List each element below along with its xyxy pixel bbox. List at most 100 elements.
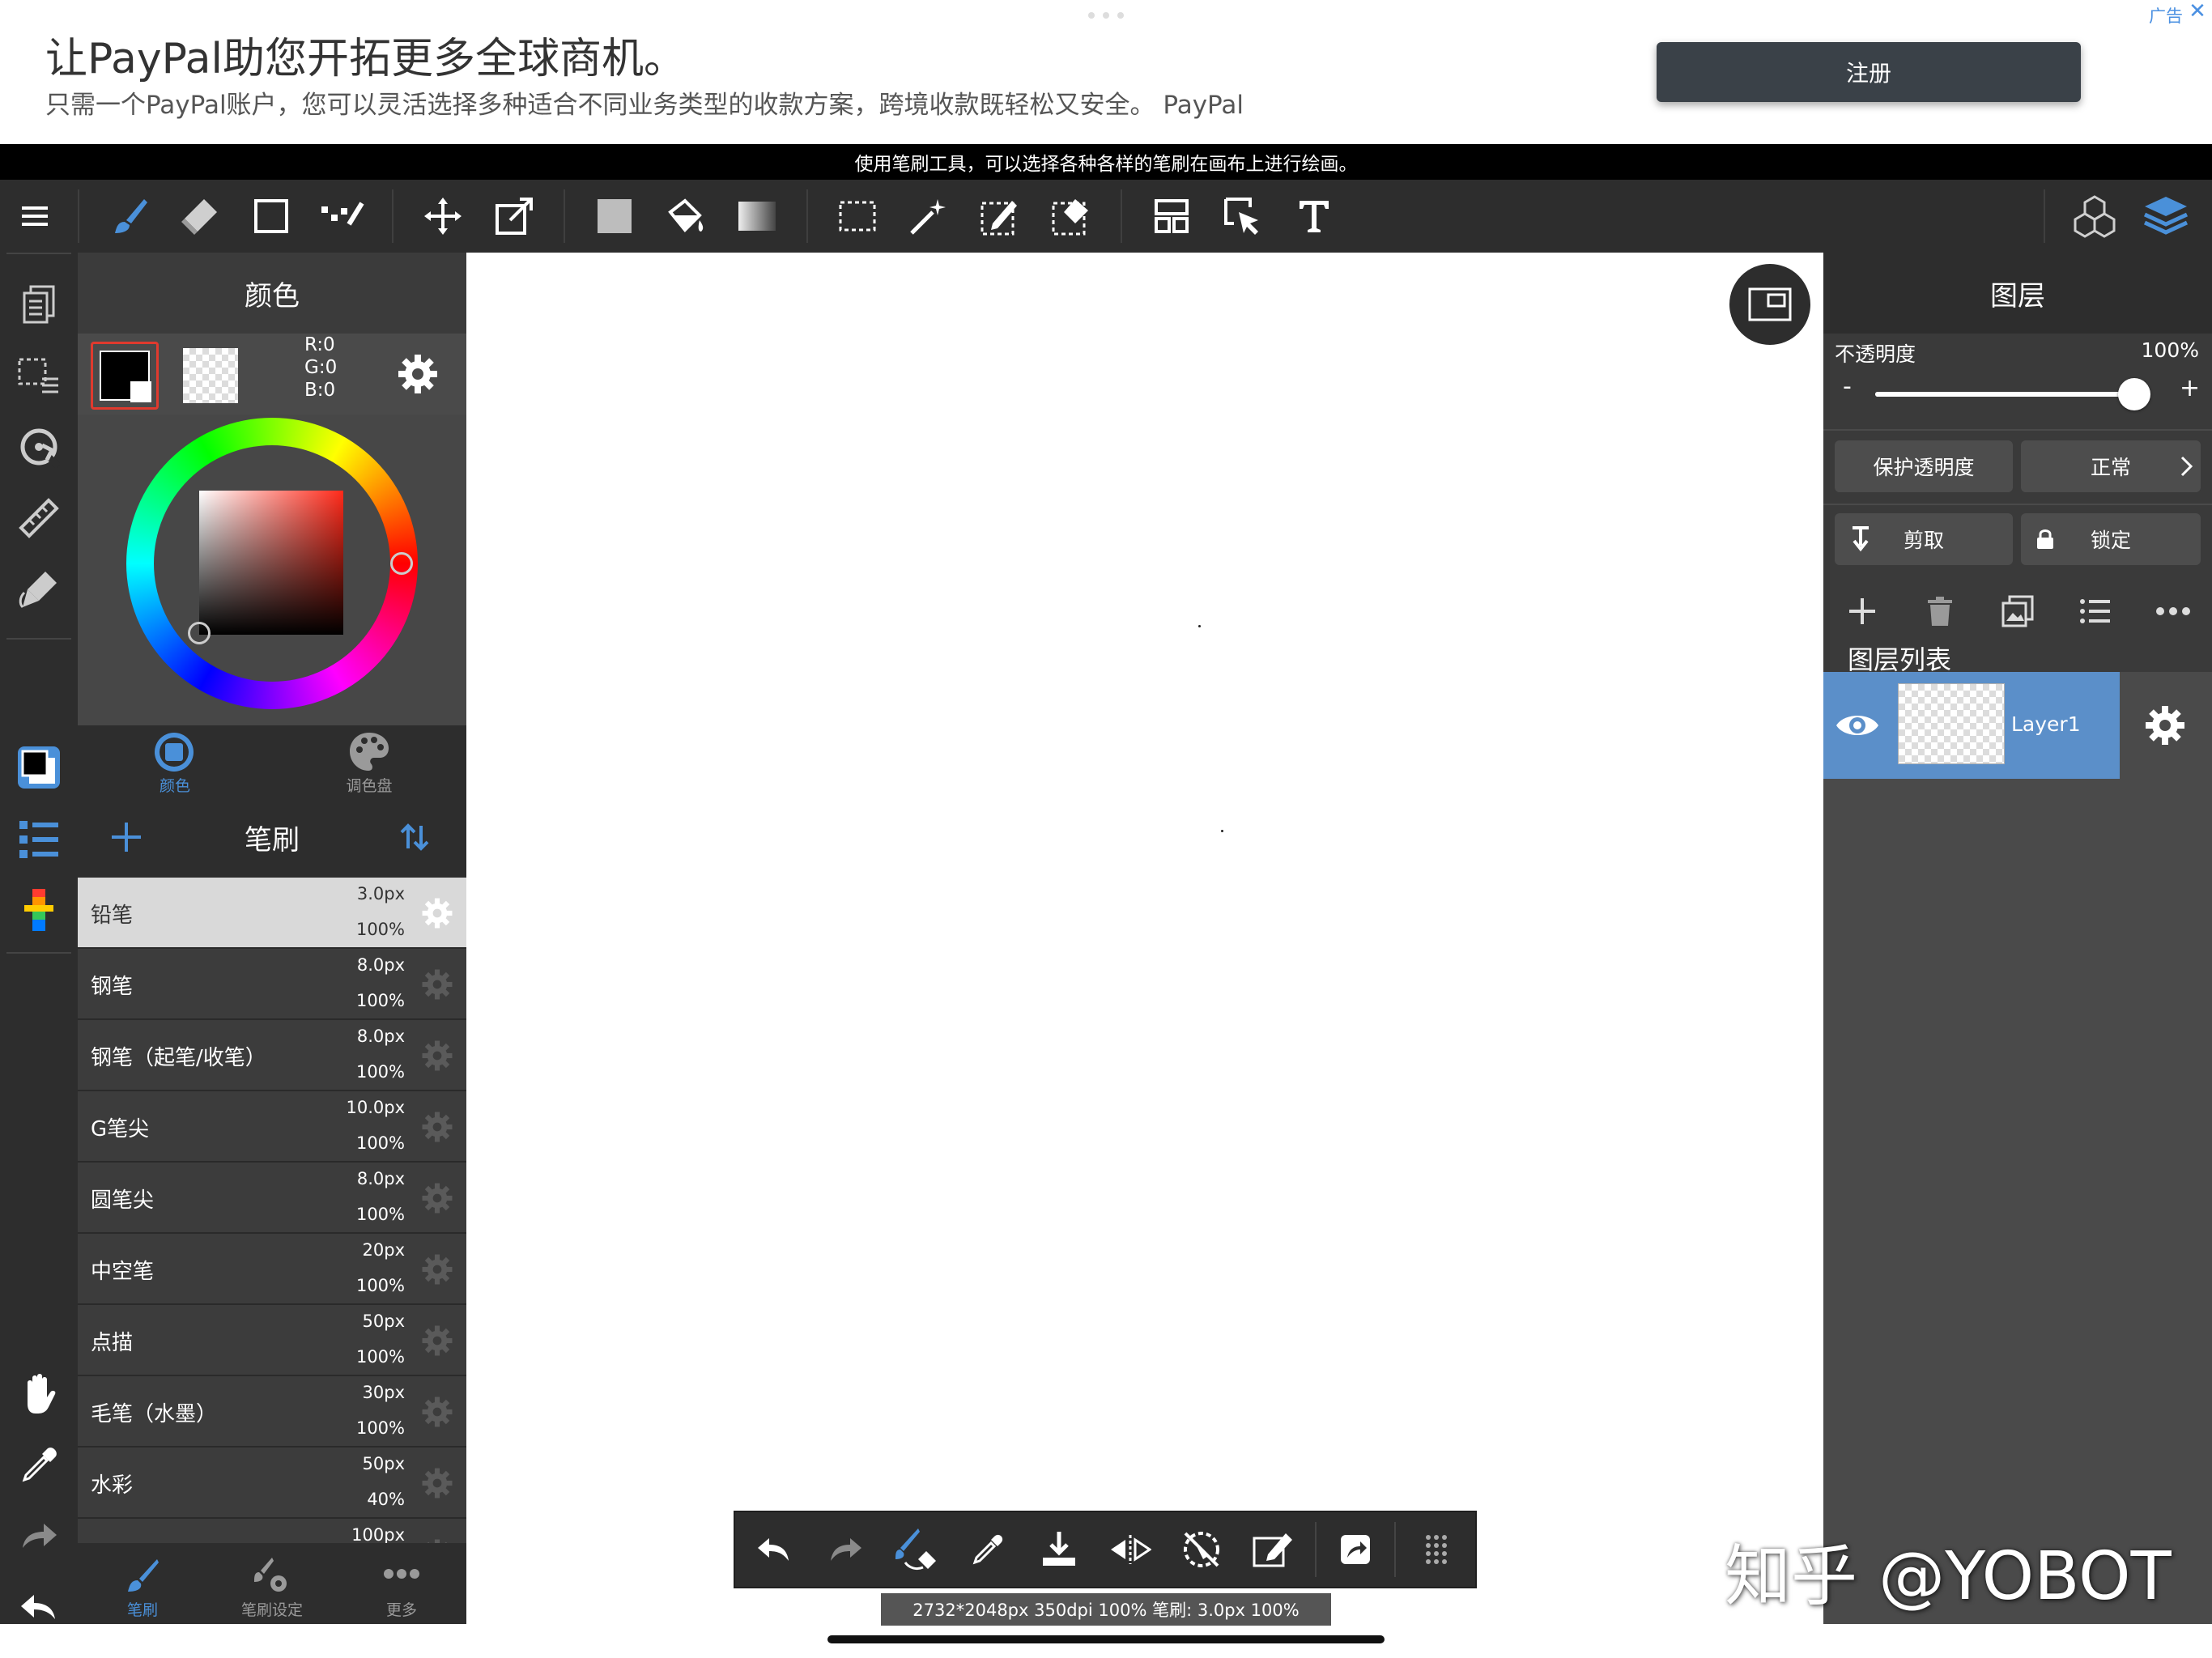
hue-handle[interactable] — [390, 552, 413, 575]
menu-icon[interactable] — [6, 180, 63, 253]
transform-selection-icon[interactable] — [1237, 1512, 1308, 1587]
magic-wand-icon[interactable] — [900, 180, 957, 253]
brush-settings-gear-icon[interactable] — [421, 1467, 453, 1499]
layout-icon[interactable] — [1143, 180, 1200, 253]
add-brush-icon[interactable] — [110, 821, 143, 853]
brush-name: 铅笔 — [91, 903, 134, 928]
brush-settings-gear-icon[interactable] — [421, 1111, 453, 1143]
clip-button[interactable]: 剪取 — [1835, 513, 2013, 565]
brush-item[interactable]: G笔尖 10.0px 100% — [78, 1091, 466, 1163]
lock-button[interactable]: 锁定 — [2021, 513, 2201, 565]
brush-list-toggle-icon[interactable] — [0, 806, 78, 871]
chevron-right-icon — [2180, 456, 2193, 477]
rotate-reset-icon[interactable] — [1166, 1512, 1237, 1587]
undo-icon[interactable] — [0, 1575, 78, 1640]
tab-color[interactable]: 颜色 — [78, 725, 272, 797]
tab-more[interactable]: 更多 — [337, 1543, 466, 1624]
brush-item[interactable]: 圆笔尖 8.0px 100% — [78, 1163, 466, 1234]
add-layer-icon[interactable] — [1823, 575, 1901, 648]
ad-signup-button[interactable]: 注册 — [1657, 42, 2081, 102]
tab-brush[interactable]: 笔刷 — [78, 1543, 207, 1624]
brush-settings-gear-icon[interactable] — [421, 1253, 453, 1286]
pen-settings-icon[interactable] — [0, 557, 78, 622]
brush-opacity: 100% — [355, 1205, 405, 1224]
drawing-canvas[interactable] — [466, 253, 1823, 1624]
brush-settings-gear-icon[interactable] — [421, 1039, 453, 1072]
brush-item[interactable]: 铅笔 3.0px 100% — [78, 878, 466, 949]
blend-mode-value: 正常 — [2090, 456, 2131, 479]
select-pen-icon[interactable] — [972, 180, 1028, 253]
fill-color-icon[interactable] — [586, 180, 643, 253]
select-eraser-icon[interactable] — [1043, 180, 1100, 253]
text-tool-icon[interactable] — [1286, 180, 1342, 253]
brush-item[interactable]: 100px — [78, 1519, 466, 1543]
brush-settings-gear-icon[interactable] — [421, 968, 453, 1001]
eyedropper-icon[interactable] — [952, 1512, 1023, 1587]
layer-list-menu-icon[interactable] — [2057, 575, 2134, 648]
color-settings-gear-icon[interactable] — [397, 353, 439, 395]
layers-icon[interactable] — [2138, 180, 2194, 253]
tab-brush-settings[interactable]: 笔刷设定 — [207, 1543, 337, 1624]
shape-tool-icon[interactable] — [243, 180, 300, 253]
brush-item[interactable]: 中空笔 20px 100% — [78, 1234, 466, 1305]
redo-icon[interactable] — [810, 1512, 881, 1587]
transform-tool-icon[interactable] — [486, 180, 542, 253]
select-rect-icon[interactable] — [829, 180, 886, 253]
brush-settings-gear-icon[interactable] — [421, 897, 453, 929]
sort-brush-icon[interactable] — [398, 821, 431, 853]
brush-opacity: 100% — [355, 991, 405, 1010]
redo-icon[interactable] — [0, 1504, 78, 1569]
brush-item[interactable]: 点描 50px 100% — [78, 1305, 466, 1376]
brush-tool-icon[interactable] — [100, 180, 157, 253]
opacity-slider-knob[interactable] — [2118, 378, 2150, 410]
layer-more-icon[interactable] — [2134, 575, 2212, 648]
eraser-tool-icon[interactable] — [172, 180, 228, 253]
hand-tool-icon[interactable] — [0, 1362, 78, 1426]
canvas-menu-icon[interactable] — [0, 272, 78, 337]
delete-layer-icon[interactable] — [1901, 575, 1979, 648]
rotate-view-icon[interactable] — [0, 414, 78, 479]
navigator-toggle-icon[interactable] — [1729, 264, 1810, 345]
brush-item[interactable]: 毛笔（水墨） 30px 100% — [78, 1376, 466, 1448]
saturation-value-square[interactable] — [199, 491, 343, 635]
brush-settings-gear-icon[interactable] — [421, 1396, 453, 1428]
color-palette-bar-icon[interactable] — [0, 878, 78, 942]
selection-menu-icon[interactable] — [0, 343, 78, 408]
move-tool-icon[interactable] — [415, 180, 471, 253]
flip-canvas-icon[interactable] — [1095, 1512, 1166, 1587]
layer-settings-gear-icon — [2146, 706, 2184, 745]
color-panel-toggle-icon[interactable] — [0, 735, 78, 800]
drag-grip-icon[interactable] — [1401, 1512, 1472, 1587]
opacity-slider-track[interactable] — [1875, 378, 2150, 410]
primary-color-swatch[interactable] — [91, 342, 159, 410]
brush-item[interactable]: 钢笔（起笔/收笔） 8.0px 100% — [78, 1020, 466, 1091]
undo-icon[interactable] — [738, 1512, 810, 1587]
duplicate-layer-icon[interactable] — [1979, 575, 2057, 648]
ruler-icon[interactable] — [0, 486, 78, 551]
tab-palette[interactable]: 调色盘 — [272, 725, 466, 797]
save-download-icon[interactable] — [1023, 1512, 1095, 1587]
opacity-plus-button[interactable]: + — [2180, 374, 2202, 402]
opacity-minus-button[interactable]: - — [1843, 372, 1859, 401]
brush-item[interactable]: 钢笔 8.0px 100% — [78, 949, 466, 1020]
brush-settings-gear-icon[interactable] — [421, 1182, 453, 1214]
ad-close-icon[interactable]: ✕ — [2186, 0, 2209, 23]
dot-tool-icon[interactable] — [314, 180, 371, 253]
protect-alpha-button[interactable]: 保护透明度 — [1835, 440, 2013, 492]
brush-eraser-toggle-icon[interactable] — [881, 1512, 952, 1587]
color-picker-handle[interactable] — [188, 622, 211, 644]
layer-item[interactable]: Layer1 — [1823, 672, 2120, 779]
gradient-tool-icon[interactable] — [729, 180, 785, 253]
select-object-icon[interactable] — [1214, 180, 1271, 253]
eye-visible-icon[interactable] — [1835, 706, 1880, 745]
brush-item[interactable]: 水彩 50px 40% — [78, 1448, 466, 1519]
transparent-color-swatch[interactable] — [183, 348, 238, 403]
layer-settings-button[interactable] — [2120, 672, 2212, 779]
bucket-tool-icon[interactable] — [657, 180, 714, 253]
ad-banner[interactable]: 让PayPal助您开拓更多全球商机。 只需一个PayPal账户，您可以灵活选择多… — [0, 0, 2212, 144]
brush-settings-gear-icon[interactable] — [421, 1324, 453, 1357]
share-icon[interactable] — [1320, 1512, 1391, 1587]
blend-mode-button[interactable]: 正常 — [2021, 440, 2201, 492]
materials-icon[interactable] — [2066, 180, 2123, 253]
eyedropper-icon[interactable] — [0, 1433, 78, 1498]
